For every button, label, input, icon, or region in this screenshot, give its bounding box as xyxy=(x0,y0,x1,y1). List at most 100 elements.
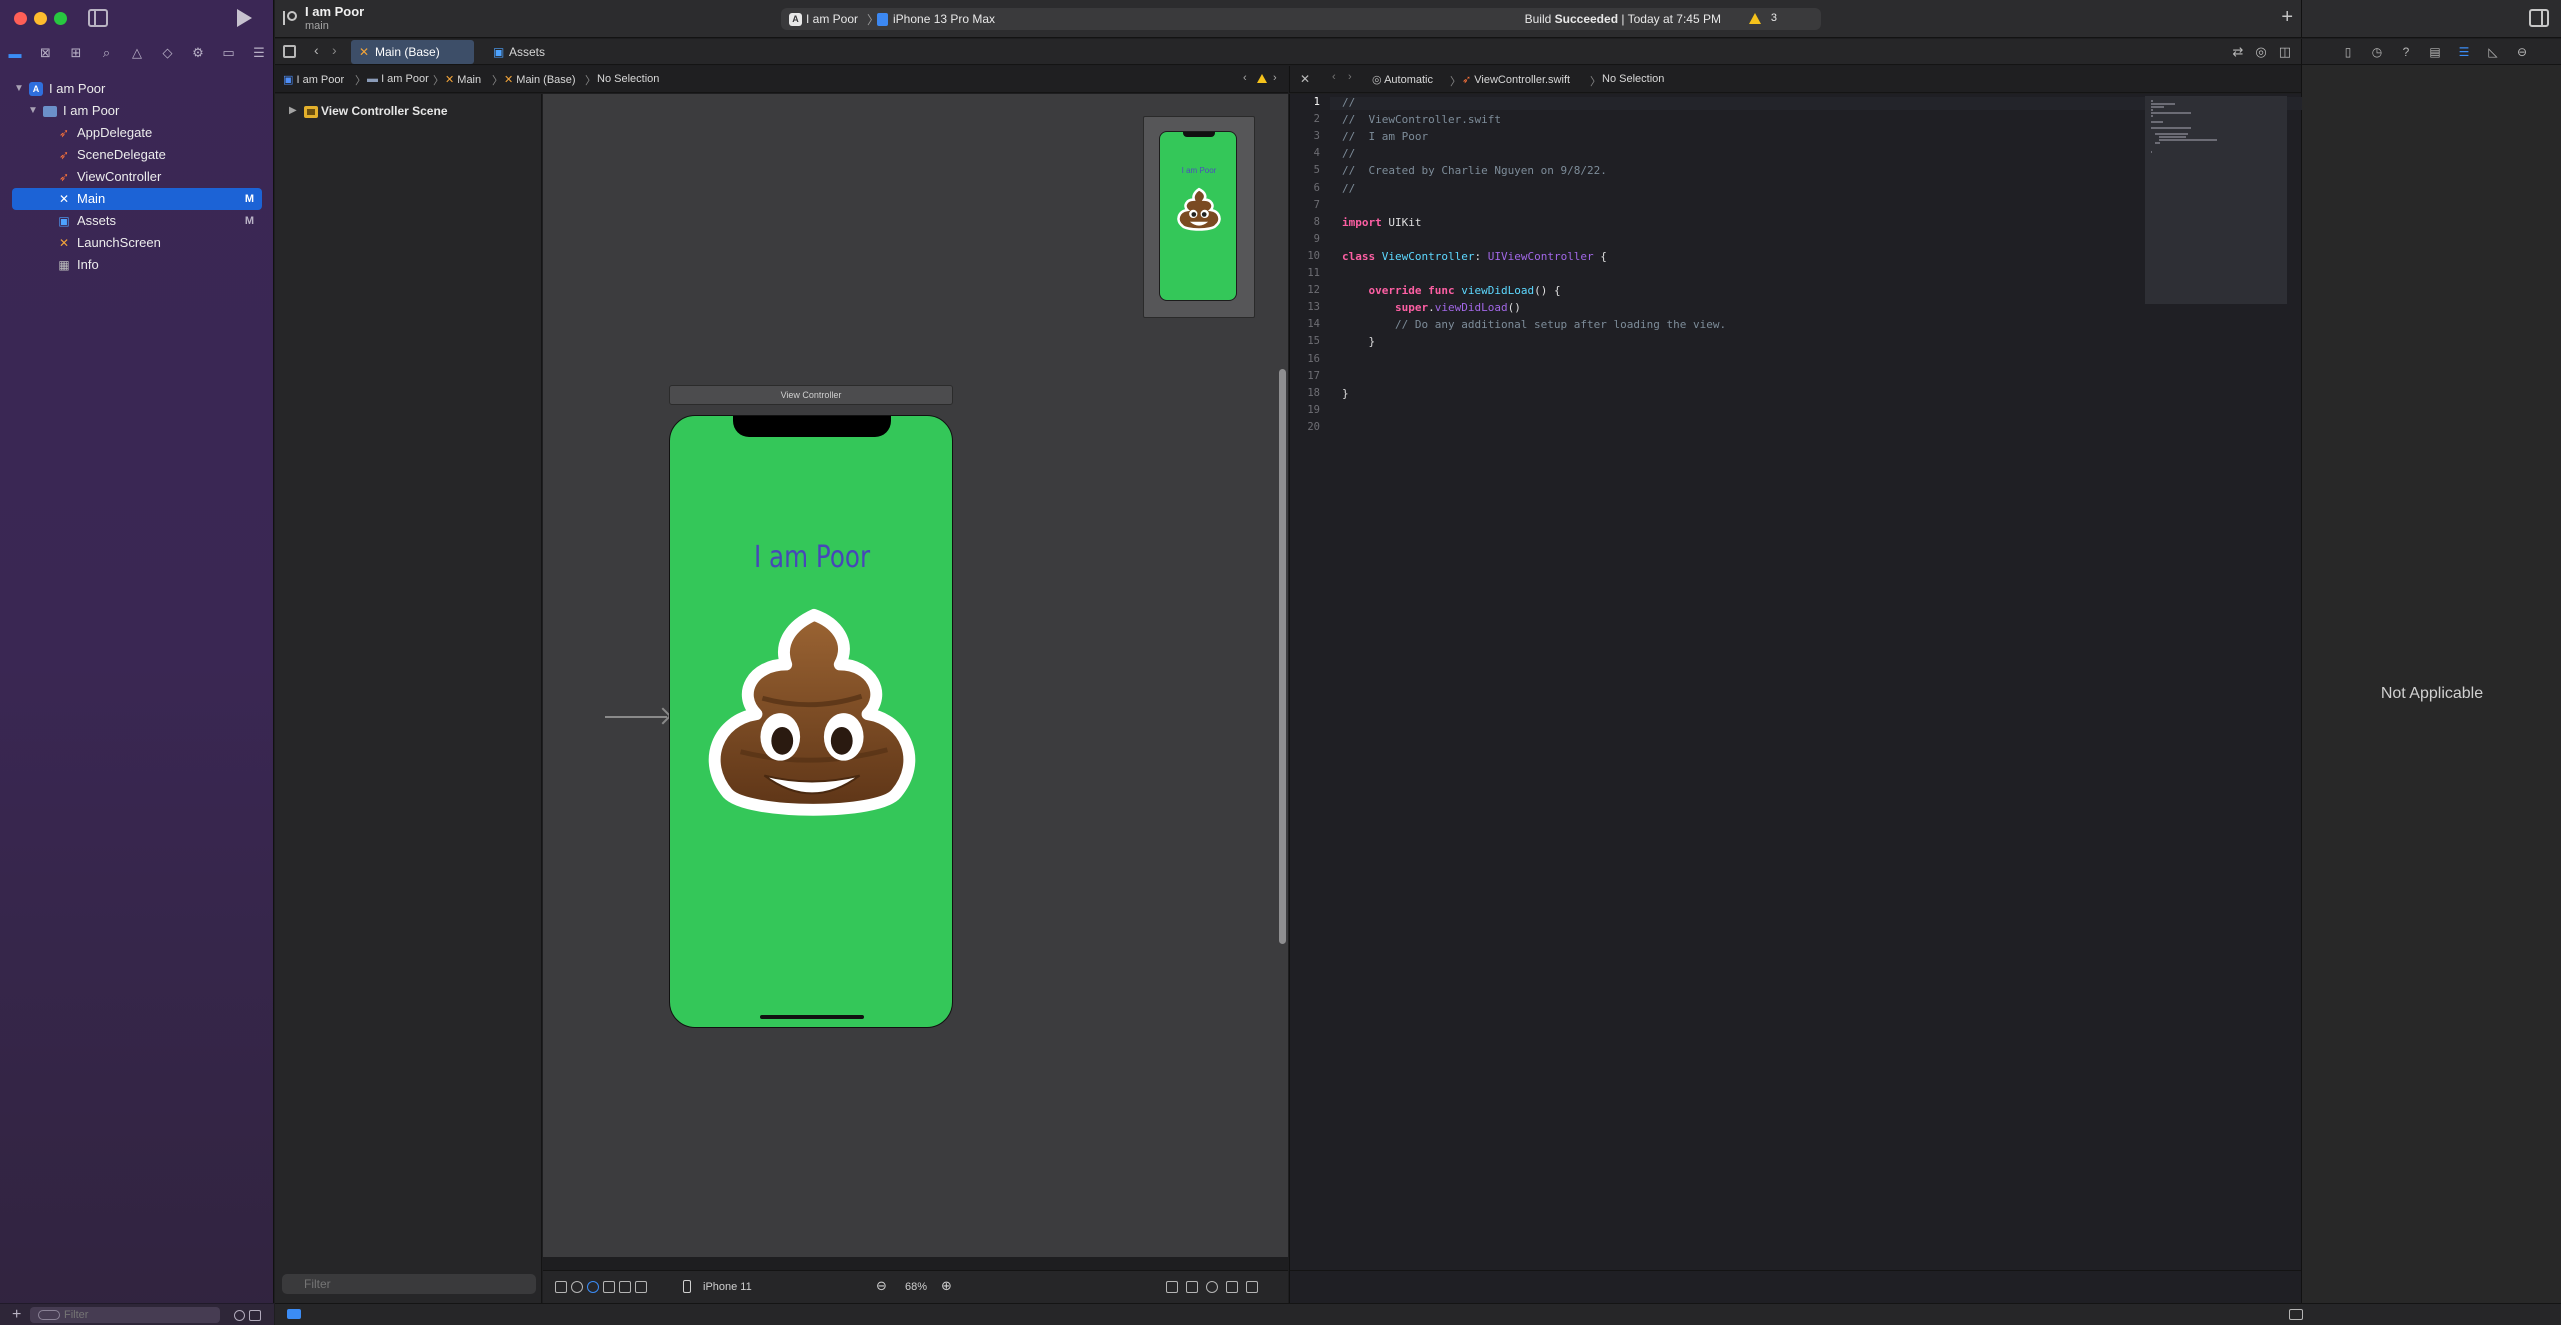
minimize-window-button[interactable] xyxy=(34,12,47,25)
zoom-in-icon[interactable]: ⊕ xyxy=(941,1278,952,1294)
accessibility-icon[interactable] xyxy=(587,1281,599,1293)
outline-filter-input[interactable] xyxy=(282,1274,536,1294)
assistant-icon[interactable]: ◎ xyxy=(2255,44,2266,60)
debug-icon[interactable]: ⚙ xyxy=(189,44,207,62)
previous-issue-icon[interactable]: ‹ xyxy=(1243,72,1247,84)
report-icon[interactable]: ☰ xyxy=(250,44,268,62)
appearance-icon[interactable] xyxy=(571,1281,583,1293)
code-line[interactable]: // ViewController.swift xyxy=(1342,113,1501,126)
tree-item-assets[interactable]: ▣ Assets M xyxy=(0,210,274,232)
forward-icon[interactable]: › xyxy=(332,42,337,58)
back-icon[interactable]: ‹ xyxy=(1332,71,1336,83)
orientation-icon[interactable] xyxy=(603,1281,615,1293)
breakpoint-icon[interactable]: ▭ xyxy=(220,44,238,62)
refresh-icon[interactable]: ⇄ xyxy=(2232,44,2243,60)
code-line[interactable]: // Created by Charlie Nguyen on 9/8/22. xyxy=(1342,164,1607,177)
next-issue-icon[interactable]: › xyxy=(1273,72,1277,84)
poop-image[interactable] xyxy=(693,603,931,841)
initial-view-controller-arrow[interactable] xyxy=(605,716,667,718)
inspector-bottom-icon[interactable] xyxy=(2289,1309,2303,1320)
code-minimap[interactable] xyxy=(2145,96,2287,304)
related-items-icon[interactable] xyxy=(283,45,296,58)
issue-icon[interactable]: △ xyxy=(128,44,146,62)
breadcrumb[interactable]: ✕ Main xyxy=(445,73,481,86)
add-constraints-icon[interactable] xyxy=(1206,1281,1218,1293)
code-line[interactable]: // xyxy=(1342,182,1355,195)
run-destination-selector[interactable]: iPhone 13 Pro Max xyxy=(893,12,995,26)
device-selector[interactable]: iPhone 11 xyxy=(703,1281,752,1293)
chevron-down-icon[interactable]: ▼ xyxy=(28,100,38,122)
canvas-minimap[interactable]: I am Poor xyxy=(1143,116,1255,318)
zoom-level[interactable]: 68% xyxy=(905,1281,927,1293)
branch-name[interactable]: main xyxy=(305,20,329,32)
code-line[interactable]: class ViewController: UIViewController { xyxy=(1342,250,1607,263)
tree-item-project[interactable]: ▼ A I am Poor xyxy=(0,78,274,100)
maximize-window-button[interactable] xyxy=(54,12,67,25)
history-icon[interactable]: ◷ xyxy=(2369,44,2385,60)
forward-icon[interactable]: › xyxy=(1348,71,1352,83)
attributes-icon[interactable]: ☰ xyxy=(2456,44,2472,60)
add-tab-button[interactable]: + xyxy=(2281,6,2293,29)
size-class-icon[interactable] xyxy=(619,1281,631,1293)
split-editor-icon[interactable]: ◫ xyxy=(2279,44,2291,60)
breadcrumb[interactable]: ◎ Automatic xyxy=(1372,73,1433,86)
code-line[interactable]: // Do any additional setup after loading… xyxy=(1342,318,1726,331)
tree-item-group[interactable]: ▼ I am Poor xyxy=(0,100,274,122)
scene-title-bar[interactable]: View Controller xyxy=(669,385,953,405)
view-controller-scene[interactable]: View Controller Scene xyxy=(321,104,448,118)
outline-toggle-icon[interactable] xyxy=(555,1281,567,1293)
tree-item-viewcontroller[interactable]: ➶ ViewController xyxy=(0,166,274,188)
warning-icon[interactable] xyxy=(1749,13,1761,24)
code-line[interactable]: } xyxy=(1342,387,1349,400)
source-control-icon[interactable]: ⊠ xyxy=(37,44,55,62)
code-line[interactable]: import UIKit xyxy=(1342,216,1422,229)
app-title-label[interactable]: I am Poor xyxy=(696,540,929,575)
code-line[interactable]: override func viewDidLoad() { xyxy=(1342,284,1561,297)
align-icon[interactable] xyxy=(1186,1281,1198,1293)
resolve-issues-icon[interactable] xyxy=(1226,1281,1238,1293)
recent-files-icon[interactable] xyxy=(234,1310,245,1321)
breadcrumb[interactable]: No Selection xyxy=(597,73,659,85)
back-icon[interactable]: ‹ xyxy=(314,42,319,58)
symbol-icon[interactable]: ⊞ xyxy=(67,44,85,62)
breadcrumb[interactable]: ▣ I am Poor xyxy=(283,73,344,86)
connections-icon[interactable]: ⊖ xyxy=(2514,44,2530,60)
sidebar-toggle-icon[interactable] xyxy=(88,9,108,27)
inspector-toggle-icon[interactable] xyxy=(2529,9,2549,27)
close-icon[interactable]: ✕ xyxy=(1300,72,1310,86)
find-icon[interactable]: ⌕ xyxy=(98,44,116,62)
tree-item-main[interactable]: ✕ Main M xyxy=(12,188,262,210)
breadcrumb[interactable]: ✕ Main (Base) xyxy=(504,73,576,86)
embed-icon[interactable] xyxy=(1246,1281,1258,1293)
warning-count[interactable]: 3 xyxy=(1771,12,1777,24)
warning-icon[interactable] xyxy=(1257,74,1267,83)
tree-item-launchscreen[interactable]: ✕ LaunchScreen xyxy=(0,232,274,254)
code-line[interactable]: } xyxy=(1342,335,1375,348)
add-icon[interactable]: + xyxy=(12,1306,21,1324)
help-icon[interactable]: ? xyxy=(2398,44,2414,60)
code-line[interactable]: super.viewDidLoad() xyxy=(1342,301,1521,314)
source-control-filter-icon[interactable] xyxy=(249,1310,261,1321)
code-editor[interactable]: 1 2 3 4 5 6 7 8 9 10 11 12 13 14 15 16 17 18 19 20 //// Vie… xyxy=(1289,94,2302,1303)
zoom-out-icon[interactable]: ⊖ xyxy=(876,1278,887,1294)
layout-icon[interactable] xyxy=(635,1281,647,1293)
breadcrumb[interactable]: ▬ I am Poor xyxy=(367,73,429,85)
tab-main-base[interactable]: ✕ Main (Base) xyxy=(351,40,474,64)
tree-item-scenedelegate[interactable]: ➶ SceneDelegate xyxy=(0,144,274,166)
chevron-right-icon[interactable]: ▶ xyxy=(289,105,297,116)
code-line[interactable]: // I am Poor xyxy=(1342,130,1428,143)
close-window-button[interactable] xyxy=(14,12,27,25)
run-button[interactable] xyxy=(237,9,252,27)
identity-icon[interactable]: ▤ xyxy=(2427,44,2443,60)
storyboard-canvas[interactable]: I am Poor View Controller I am Poor xyxy=(543,94,1288,1257)
code-line[interactable]: // xyxy=(1342,147,1355,160)
file-icon[interactable]: ▯ xyxy=(2340,44,2356,60)
scheme-icon[interactable]: A xyxy=(789,13,802,26)
scheme-selector[interactable]: I am Poor xyxy=(806,12,858,26)
vertical-scrollbar[interactable] xyxy=(1279,369,1286,944)
breadcrumb[interactable]: No Selection xyxy=(1602,73,1664,85)
filter-options-icon[interactable] xyxy=(38,1310,60,1320)
size-icon[interactable]: ◺ xyxy=(2485,44,2501,60)
breadcrumb[interactable]: ➶ ViewController.swift xyxy=(1462,73,1570,86)
tab-assets[interactable]: ▣ Assets xyxy=(485,40,575,64)
